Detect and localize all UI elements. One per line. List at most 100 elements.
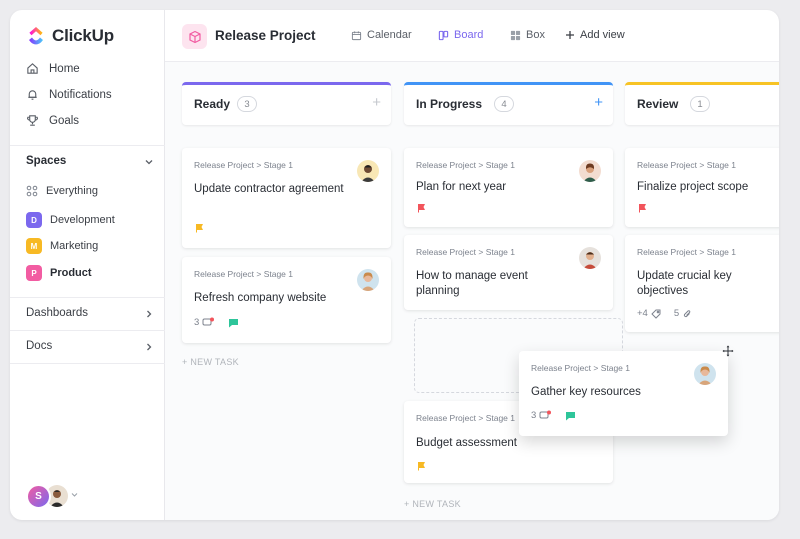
column-header-ready[interactable]: Ready 3 +	[182, 82, 391, 125]
logo[interactable]: ClickUp	[26, 26, 114, 46]
task-card[interactable]: Release Project > Stage 1 How to manage …	[404, 235, 613, 310]
add-task-icon[interactable]: +	[594, 94, 603, 111]
new-task-button[interactable]: + NEW TASK	[404, 499, 461, 509]
space-everything[interactable]: Everything	[26, 185, 98, 197]
person-avatar-icon	[583, 163, 597, 182]
view-calendar-label: Calendar	[367, 29, 412, 41]
home-icon	[27, 63, 38, 74]
view-box-label: Box	[526, 29, 545, 41]
space-avatar: P	[26, 265, 42, 281]
priority-flag-icon[interactable]	[417, 203, 427, 213]
column-name: In Progress	[416, 97, 483, 111]
column-name: Review	[637, 97, 679, 111]
assignee-avatar[interactable]	[357, 160, 379, 182]
task-card[interactable]: Release Project > Stage 1 Finalize proje…	[625, 148, 779, 227]
task-card[interactable]: Release Project > Stage 1 Update contrac…	[182, 148, 391, 248]
nav-notifications[interactable]: Notifications	[26, 88, 112, 101]
dashboards-label: Dashboards	[26, 307, 89, 319]
space-everything-label: Everything	[46, 185, 98, 197]
person-avatar-icon	[361, 272, 375, 291]
sidebar-divider	[10, 330, 165, 331]
chat-icon[interactable]	[228, 318, 239, 328]
person-avatar-icon	[583, 252, 597, 269]
comment-icon[interactable]	[539, 410, 552, 421]
chevron-right-icon[interactable]	[144, 342, 154, 352]
comment-count: 3	[531, 410, 537, 421]
task-title: Finalize project scope	[637, 181, 749, 193]
nav-home[interactable]: Home	[26, 62, 80, 75]
task-title: Update crucial key objectives	[637, 270, 732, 297]
task-meta: 3	[194, 317, 239, 328]
assignee-avatar[interactable]	[579, 247, 601, 269]
nav-notifications-label: Notifications	[49, 88, 112, 101]
assignee-avatar[interactable]	[357, 269, 379, 291]
space-avatar: D	[26, 212, 42, 228]
board: Ready 3 + In Progress 4 + Review 1 Relea…	[165, 62, 779, 520]
nav-goals-label: Goals	[49, 114, 80, 127]
view-tab-box[interactable]: Box	[510, 29, 545, 41]
nav-goals[interactable]: Goals	[26, 114, 79, 127]
priority-flag-icon[interactable]	[195, 223, 205, 233]
column-header-in-progress[interactable]: In Progress 4 +	[404, 82, 613, 125]
user-avatar[interactable]: S	[26, 484, 51, 509]
task-breadcrumb: Release Project > Stage 1	[416, 413, 515, 423]
sidebar-divider	[10, 297, 165, 298]
task-breadcrumb: Release Project > Stage 1	[194, 160, 293, 170]
priority-flag-icon[interactable]	[417, 461, 427, 471]
sidebar-dashboards[interactable]: Dashboards	[26, 307, 156, 319]
view-tab-calendar[interactable]: Calendar	[351, 29, 412, 41]
project-icon	[182, 24, 207, 49]
task-title: How to manage event planning	[416, 270, 528, 297]
add-task-icon[interactable]: +	[372, 94, 381, 111]
task-card[interactable]: Release Project > Stage 1 Plan for next …	[404, 148, 613, 227]
task-meta: 3	[531, 410, 576, 421]
task-card[interactable]: Release Project > Stage 1 Refresh compan…	[182, 257, 391, 343]
add-view-label: Add view	[580, 29, 625, 41]
chevron-right-icon[interactable]	[144, 309, 154, 319]
priority-flag-icon[interactable]	[638, 203, 648, 213]
calendar-icon	[351, 30, 362, 40]
project-title: Release Project	[215, 28, 316, 43]
docs-label: Docs	[26, 340, 53, 352]
column-name: Ready	[194, 97, 231, 111]
column-header-review[interactable]: Review 1	[625, 82, 779, 125]
app-name: ClickUp	[52, 26, 114, 45]
assignee-avatar[interactable]	[694, 363, 716, 385]
spaces-title[interactable]: Spaces	[26, 155, 66, 167]
sidebar-divider	[10, 145, 165, 146]
comment-count: 3	[194, 317, 200, 328]
column-count: 4	[494, 96, 514, 112]
task-card[interactable]: Release Project > Stage 1 Update crucial…	[625, 235, 779, 332]
tag-count: +4	[637, 308, 648, 319]
space-marketing-label: Marketing	[50, 240, 99, 252]
chat-icon[interactable]	[565, 411, 576, 421]
person-avatar-icon	[361, 165, 375, 182]
task-title: Plan for next year	[416, 181, 507, 193]
space-development[interactable]: D Development	[26, 212, 115, 228]
space-avatar: M	[26, 238, 42, 254]
plus-icon	[566, 31, 574, 39]
task-breadcrumb: Release Project > Stage 1	[637, 160, 736, 170]
board-icon	[438, 30, 449, 40]
add-view-button[interactable]: Add view	[565, 29, 625, 41]
tag-icon[interactable]	[651, 309, 661, 319]
attachment-count: 5	[673, 308, 680, 319]
dragging-task-card[interactable]: Release Project > Stage 1 Gather key res…	[519, 351, 728, 436]
chevron-down-icon[interactable]	[144, 157, 154, 167]
new-task-button[interactable]: + NEW TASK	[182, 357, 239, 367]
space-marketing[interactable]: M Marketing	[26, 238, 98, 254]
cube-icon	[188, 30, 201, 43]
view-tab-board[interactable]: Board	[438, 29, 483, 41]
caret-down-icon[interactable]	[71, 491, 78, 498]
app-window: ClickUp Home Notifications Goals Spaces …	[10, 10, 779, 520]
assignee-avatar[interactable]	[579, 160, 601, 182]
space-product[interactable]: P Product	[26, 265, 92, 281]
comment-icon[interactable]	[202, 317, 215, 328]
sidebar-divider	[10, 363, 165, 364]
task-breadcrumb: Release Project > Stage 1	[637, 247, 736, 257]
sidebar-docs[interactable]: Docs	[26, 340, 156, 352]
task-meta: +4 5	[637, 308, 692, 319]
paperclip-icon[interactable]	[682, 309, 692, 319]
box-icon	[510, 30, 521, 40]
clickup-logo-icon	[29, 27, 43, 45]
